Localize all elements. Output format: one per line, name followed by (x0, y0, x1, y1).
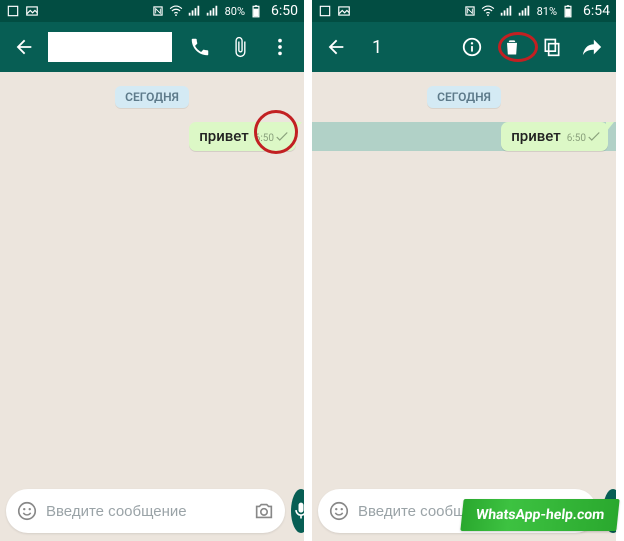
emoji-icon[interactable] (16, 500, 38, 522)
camera-icon[interactable] (253, 500, 275, 522)
contact-name[interactable] (48, 32, 172, 62)
menu-button[interactable] (262, 29, 298, 65)
wifi-icon (481, 4, 495, 18)
message-bubble: привет 6:50 (189, 122, 296, 151)
clock: 6:54 (583, 3, 610, 19)
message-text: привет (199, 127, 249, 145)
delete-button[interactable] (494, 29, 530, 65)
message-row[interactable]: привет 6:50 (8, 122, 296, 151)
date-chip: СЕГОДНЯ (427, 86, 501, 108)
signal2-icon (205, 4, 219, 18)
signal2-icon (517, 4, 531, 18)
input-bar (6, 489, 298, 533)
chat-area: СЕГОДНЯ привет 6:50 (0, 72, 304, 541)
message-text: привет (511, 127, 561, 145)
phone-screen-left: 80% 6:50 СЕГОДНЯ привет 6:50 (0, 0, 304, 541)
chat-app-bar (0, 22, 304, 72)
sent-tick-icon (588, 132, 600, 145)
battery-icon (561, 4, 575, 18)
signal1-icon (187, 4, 201, 18)
battery-percent: 80% (225, 5, 245, 18)
wifi-icon (169, 4, 183, 18)
status-bar: 81% 6:54 (312, 0, 616, 22)
status-bar: 80% 6:50 (0, 0, 304, 22)
message-row-selected[interactable]: привет 6:50 (312, 122, 616, 151)
message-bubble: привет 6:50 (501, 122, 608, 151)
message-input-container[interactable] (6, 489, 285, 533)
emoji-icon[interactable] (328, 500, 350, 522)
battery-icon (249, 4, 263, 18)
image-icon (25, 4, 39, 18)
chat-area: СЕГОДНЯ привет 6:50 (312, 72, 616, 541)
info-button[interactable] (454, 29, 490, 65)
phone-screen-right: 81% 6:54 1 СЕГОДНЯ привет (312, 0, 616, 541)
nfc-icon (151, 4, 165, 18)
date-chip: СЕГОДНЯ (115, 86, 189, 108)
watermark: WhatsApp-help.com (460, 499, 620, 531)
image-icon (337, 4, 351, 18)
nfc-icon (463, 4, 477, 18)
voice-button[interactable] (291, 489, 304, 533)
screenshot-icon (318, 4, 332, 18)
attach-button[interactable] (222, 29, 258, 65)
back-button[interactable] (6, 29, 42, 65)
clock: 6:50 (271, 3, 298, 19)
back-button[interactable] (318, 29, 354, 65)
sent-tick-icon (276, 132, 288, 145)
signal1-icon (499, 4, 513, 18)
battery-percent: 81% (537, 5, 557, 18)
screenshot-icon (6, 4, 20, 18)
copy-button[interactable] (534, 29, 570, 65)
selection-app-bar: 1 (312, 22, 616, 72)
message-input[interactable] (46, 503, 245, 520)
call-button[interactable] (182, 29, 218, 65)
message-time: 6:50 (255, 133, 274, 144)
forward-button[interactable] (574, 29, 610, 65)
selection-count: 1 (372, 37, 382, 58)
message-time: 6:50 (567, 133, 586, 144)
